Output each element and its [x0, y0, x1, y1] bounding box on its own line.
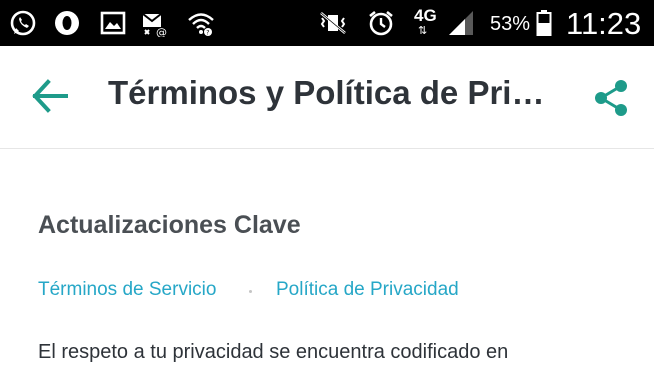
privacy-policy-link[interactable]: Política de Privacidad: [276, 279, 459, 301]
opera-icon: [52, 9, 82, 37]
whatsapp-icon: [8, 9, 38, 37]
page-title: Términos y Política de Pri…: [108, 74, 545, 111]
battery-icon: [536, 9, 552, 37]
terms-of-service-link[interactable]: Términos de Servicio: [38, 279, 216, 301]
status-bar: @ ? 4G ⇅ 53% 11:23: [0, 0, 654, 46]
share-button[interactable]: [592, 79, 630, 117]
missed-email-icon: @: [140, 9, 170, 37]
wifi-icon: ?: [186, 9, 216, 37]
content-area: Actualizaciones Clave Términos de Servic…: [0, 149, 654, 370]
signal-icon: [446, 9, 476, 37]
network-type: 4G: [414, 6, 437, 25]
section-heading: Actualizaciones Clave: [38, 211, 301, 239]
data-activity-arrows: ⇅: [418, 25, 429, 37]
mute-icon: [318, 9, 348, 37]
back-button[interactable]: [30, 78, 70, 114]
svg-text:@: @: [156, 26, 167, 37]
svg-text:?: ?: [206, 30, 209, 37]
arrow-left-icon: [32, 79, 68, 113]
battery-percent: 53%: [490, 13, 531, 35]
alarm-icon: [366, 9, 396, 37]
link-separator: [249, 290, 252, 293]
clock: 11:23: [566, 6, 642, 41]
share-icon: [595, 80, 627, 116]
app-bar: Términos y Política de Pri…: [0, 46, 654, 149]
gallery-icon: [98, 9, 128, 37]
body-paragraph: El respeto a tu privacidad se encuentra …: [38, 341, 509, 363]
